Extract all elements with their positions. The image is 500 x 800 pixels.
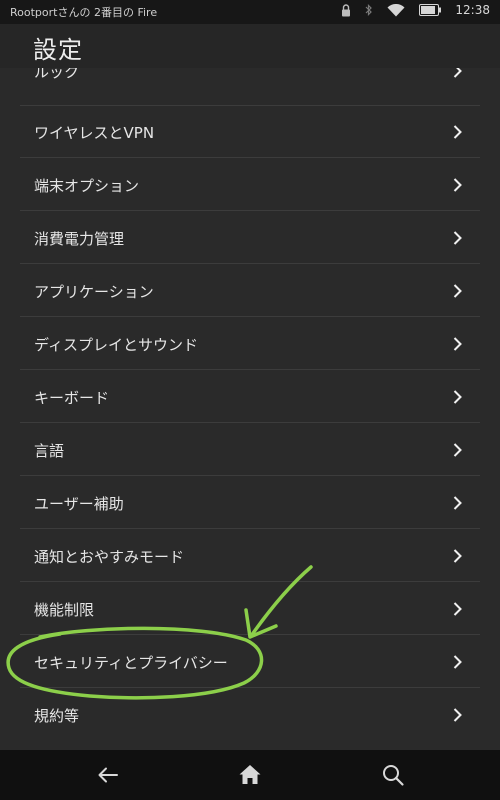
chevron-right-icon (453, 336, 462, 355)
settings-item-security-privacy[interactable]: セキュリティとプライバシー (20, 636, 480, 688)
chevron-right-icon (453, 68, 462, 82)
settings-item-label: ルック (34, 68, 80, 81)
settings-item-language[interactable]: 言語 (20, 424, 480, 476)
chevron-right-icon (453, 177, 462, 196)
settings-item-label: 消費電力管理 (34, 230, 125, 248)
bluetooth-icon (365, 3, 373, 17)
settings-item-label: ユーザー補助 (34, 495, 124, 513)
settings-item-keyboard[interactable]: キーボード (20, 371, 480, 423)
chevron-right-icon (453, 442, 462, 461)
navigation-bar (0, 750, 500, 800)
chevron-right-icon (453, 548, 462, 567)
settings-item-label: アプリケーション (34, 283, 154, 301)
back-arrow-icon[interactable] (95, 762, 121, 788)
settings-list: ルック ワイヤレスとVPN 端末オプション 消費電力管理 アプリケーション ディ… (0, 68, 500, 750)
chevron-right-icon (453, 495, 462, 514)
settings-item-power[interactable]: 消費電力管理 (20, 212, 480, 264)
device-name: Rootportさんの 2番目の Fire (10, 6, 158, 19)
settings-item-label: キーボード (34, 389, 110, 407)
chevron-right-icon (453, 389, 462, 408)
chevron-right-icon (453, 707, 462, 726)
home-icon[interactable] (237, 762, 263, 788)
settings-item-device-options[interactable]: 端末オプション (20, 159, 480, 211)
settings-item-applications[interactable]: アプリケーション (20, 265, 480, 317)
settings-item-display-sound[interactable]: ディスプレイとサウンド (20, 318, 480, 370)
chevron-right-icon (453, 124, 462, 143)
chevron-right-icon (453, 654, 462, 673)
lock-icon (341, 3, 351, 17)
settings-item-label: ディスプレイとサウンド (34, 336, 198, 354)
chevron-right-icon (453, 601, 462, 620)
settings-item-accessibility[interactable]: ユーザー補助 (20, 477, 480, 529)
settings-item-label: 端末オプション (34, 177, 140, 195)
settings-item-label: 通知とおやすみモード (34, 548, 185, 566)
search-icon[interactable] (380, 762, 406, 788)
settings-item-label: ワイヤレスとVPN (34, 124, 155, 142)
status-bar: Rootportさんの 2番目の Fire 12:38 (0, 0, 500, 24)
settings-item-restrictions[interactable]: 機能制限 (20, 583, 480, 635)
settings-item-wireless-vpn[interactable]: ワイヤレスとVPN (20, 106, 480, 158)
settings-item-notifications[interactable]: 通知とおやすみモード (20, 530, 480, 582)
screen: Rootportさんの 2番目の Fire 12:38 設定 ルック ワイヤレス… (0, 0, 500, 800)
chevron-right-icon (453, 230, 462, 249)
settings-item-label: セキュリティとプライバシー (34, 654, 228, 672)
page-title: 設定 (33, 36, 83, 64)
settings-item-label: 機能制限 (34, 601, 95, 619)
wifi-icon (387, 3, 405, 17)
header: 設定 (0, 24, 500, 68)
settings-item-terms[interactable]: 規約等 (20, 689, 480, 741)
settings-item-label: 規約等 (34, 707, 80, 725)
clock: 12:38 (455, 3, 490, 17)
battery-icon (419, 4, 442, 16)
status-icons: 12:38 (341, 3, 490, 17)
settings-item-label: 言語 (34, 442, 65, 460)
chevron-right-icon (453, 283, 462, 302)
settings-item-partial[interactable]: ルック (20, 68, 480, 106)
